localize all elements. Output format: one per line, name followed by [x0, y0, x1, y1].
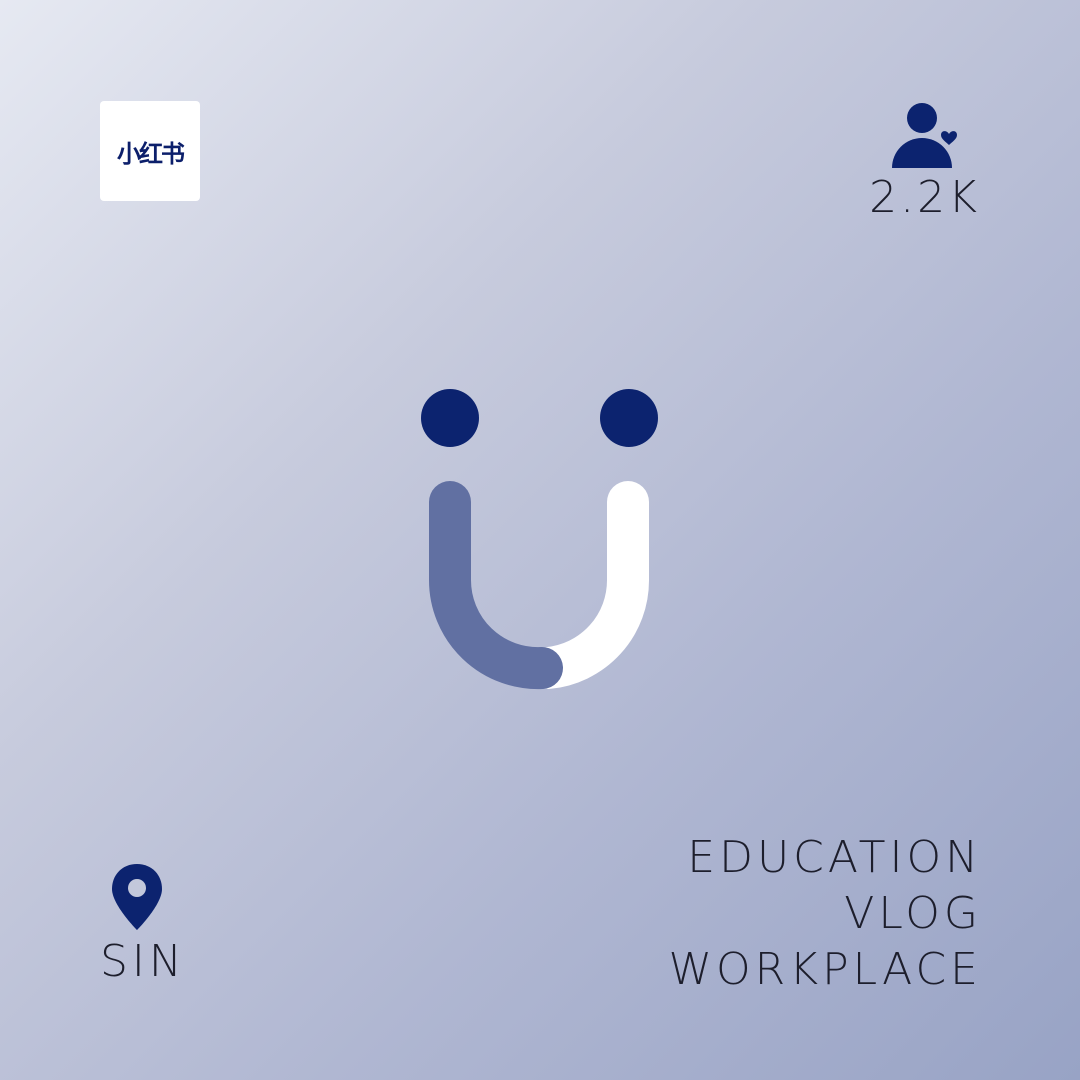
followers-count: 2.2K	[869, 172, 980, 223]
person-heart-icon	[892, 103, 957, 168]
location-label: SIN	[100, 936, 186, 987]
app-logo: 小红书	[100, 101, 200, 201]
tag-item: VLOG	[844, 888, 982, 939]
location-widget: SIN	[100, 860, 260, 990]
followers-widget: 2.2K	[780, 98, 980, 228]
map-pin-icon	[112, 864, 162, 930]
tag-list: EDUCATION VLOG WORKPLACE	[669, 830, 982, 998]
tag-item: WORKPLACE	[668, 944, 982, 995]
smile-face-icon	[421, 389, 658, 690]
left-eye	[421, 389, 479, 447]
right-eye	[600, 389, 658, 447]
right-arc	[527, 481, 650, 689]
left-arc	[428, 481, 563, 690]
app-logo-text: 小红书	[117, 139, 185, 168]
tag-item: EDUCATION	[687, 832, 982, 883]
